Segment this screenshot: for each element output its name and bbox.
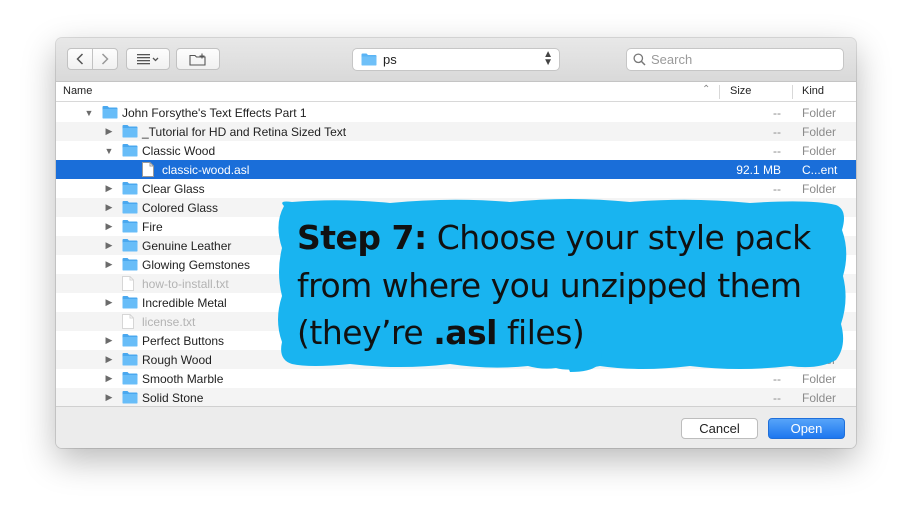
column-header: Name ⌃ Size Kind — [56, 82, 856, 102]
chevron-right-icon — [101, 53, 109, 65]
disclosure-collapsed-icon[interactable]: ▶ — [104, 259, 114, 270]
disclosure-collapsed-icon[interactable]: ▶ — [104, 240, 114, 251]
item-kind: Folder — [802, 390, 837, 405]
item-name: Perfect Buttons — [142, 333, 225, 348]
back-button[interactable] — [67, 48, 93, 70]
disclosure-collapsed-icon[interactable]: ▶ — [104, 354, 114, 365]
new-folder-button[interactable] — [176, 48, 220, 70]
folder-icon — [361, 53, 377, 66]
forward-button[interactable] — [92, 48, 118, 70]
item-kind: Folder — [802, 124, 837, 139]
folder-icon — [122, 238, 138, 255]
callout-line-2: from where you unzipped them — [297, 266, 802, 305]
updown-chevron-icon: ▲ ▼ — [543, 49, 553, 68]
item-name: Rough Wood — [142, 352, 212, 367]
file-row[interactable]: classic-wood.asl 92.1 MB C...ent — [56, 160, 856, 179]
disclosure-collapsed-icon[interactable]: ▶ — [104, 183, 114, 194]
disclosure-collapsed-icon[interactable]: ▶ — [104, 126, 114, 137]
column-kind-header[interactable]: Kind — [802, 85, 824, 97]
item-name: classic-wood.asl — [162, 162, 250, 177]
folder-row[interactable]: ▼ John Forsythe's Text Effects Part 1 -- Fo… — [56, 103, 856, 122]
folder-icon — [122, 200, 138, 217]
disclosure-collapsed-icon[interactable]: ▶ — [104, 373, 114, 384]
folder-icon — [102, 105, 118, 122]
disclosure-collapsed-icon[interactable]: ▶ — [104, 297, 114, 308]
item-name: Colored Glass — [142, 200, 219, 215]
item-size: -- — [773, 390, 781, 405]
disclosure-collapsed-icon[interactable]: ▶ — [104, 202, 114, 213]
column-divider[interactable] — [719, 85, 720, 99]
item-name: Solid Stone — [142, 390, 204, 405]
search-icon — [633, 53, 646, 66]
item-name: license.txt — [142, 314, 196, 329]
disclosure-collapsed-icon[interactable]: ▶ — [104, 221, 114, 232]
folder-icon — [122, 295, 138, 312]
new-folder-icon — [189, 53, 206, 66]
instruction-callout: Step 7: Choose your style pack from wher… — [270, 196, 852, 374]
column-divider[interactable] — [792, 85, 793, 99]
disclosure-expanded-icon[interactable]: ▼ — [104, 146, 114, 156]
folder-icon — [122, 390, 138, 407]
item-name: Clear Glass — [142, 181, 205, 196]
item-kind: Folder — [802, 143, 837, 158]
item-name: Fire — [142, 219, 163, 234]
chevron-left-icon — [76, 53, 84, 65]
item-name: Smooth Marble — [142, 371, 224, 386]
toolbar: ps ▲ ▼ — [56, 38, 856, 82]
folder-row[interactable]: ▶ Solid Stone -- Folder — [56, 388, 856, 407]
folder-icon — [122, 257, 138, 274]
folder-row[interactable]: ▶ _Tutorial for HD and Retina Sized Text -… — [56, 122, 856, 141]
dialog-footer: Cancel Open — [56, 406, 856, 448]
column-name-header[interactable]: Name — [63, 85, 92, 97]
callout-line-1: Step 7: Choose your style pack — [297, 218, 811, 257]
open-button[interactable]: Open — [768, 418, 845, 439]
search-field[interactable] — [626, 48, 844, 71]
callout-line-3-post: files) — [496, 313, 585, 352]
item-name: Classic Wood — [142, 143, 216, 158]
search-input[interactable] — [651, 52, 831, 67]
disclosure-collapsed-icon[interactable]: ▶ — [104, 392, 114, 403]
item-name: Genuine Leather — [142, 238, 232, 253]
location-popup[interactable]: ps ▲ ▼ — [352, 48, 560, 71]
item-size: -- — [773, 105, 781, 120]
folder-icon — [122, 124, 138, 141]
folder-icon — [122, 143, 138, 160]
item-size: -- — [773, 143, 781, 158]
column-size-header[interactable]: Size — [730, 85, 751, 97]
callout-line-1-text: Choose your style pack — [426, 218, 812, 257]
view-options-button[interactable] — [126, 48, 170, 70]
item-name: Glowing Gemstones — [142, 257, 251, 272]
callout-step-label: Step 7: — [297, 218, 427, 257]
item-name: _Tutorial for HD and Retina Sized Text — [142, 124, 347, 139]
callout-extension: .asl — [433, 313, 497, 352]
item-name: John Forsythe's Text Effects Part 1 — [122, 105, 307, 120]
document-icon — [122, 314, 134, 332]
location-label: ps — [383, 52, 397, 67]
document-icon — [142, 162, 154, 180]
item-kind: Folder — [802, 181, 837, 196]
item-size: -- — [773, 124, 781, 139]
list-view-icon — [137, 54, 159, 65]
document-icon — [122, 276, 134, 294]
item-kind: Folder — [802, 105, 837, 120]
item-name: Incredible Metal — [142, 295, 227, 310]
disclosure-expanded-icon[interactable]: ▼ — [84, 108, 94, 118]
folder-icon — [122, 219, 138, 236]
sort-ascending-icon: ⌃ — [702, 84, 711, 95]
item-name: how-to-install.txt — [142, 276, 229, 291]
disclosure-collapsed-icon[interactable]: ▶ — [104, 335, 114, 346]
item-size: 92.1 MB — [736, 162, 781, 177]
folder-icon — [122, 181, 138, 198]
folder-icon — [122, 371, 138, 388]
item-kind: C...ent — [802, 162, 838, 177]
item-size: -- — [773, 181, 781, 196]
callout-line-3-pre: (they’re — [297, 313, 434, 352]
folder-icon — [122, 333, 138, 350]
callout-line-3: (they’re .asl files) — [297, 313, 585, 352]
cancel-button[interactable]: Cancel — [681, 418, 758, 439]
folder-row[interactable]: ▼ Classic Wood -- Folder — [56, 141, 856, 160]
folder-icon — [122, 352, 138, 369]
